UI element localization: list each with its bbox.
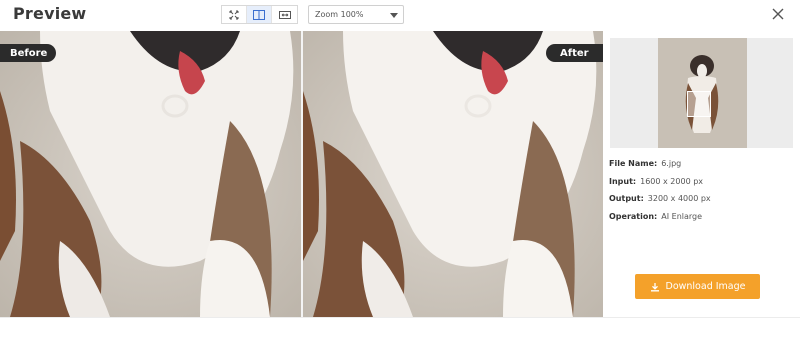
after-label: After bbox=[546, 44, 603, 62]
after-image bbox=[303, 31, 603, 317]
before-image bbox=[0, 31, 301, 317]
download-image-button[interactable]: Download Image bbox=[635, 274, 760, 299]
zoom-select[interactable]: Zoom 100% bbox=[308, 5, 404, 24]
operation-label: Operation: bbox=[609, 211, 658, 221]
file-name-row: File Name: 6.jpg bbox=[609, 155, 711, 173]
navigator-thumbnail[interactable] bbox=[658, 38, 747, 148]
page-title: Preview bbox=[13, 4, 87, 23]
input-value: 1600 x 2000 px bbox=[640, 176, 704, 186]
download-icon bbox=[650, 282, 659, 291]
details-panel: File Name: 6.jpg Input: 1600 x 2000 px Out… bbox=[603, 31, 800, 317]
preview-header: Preview Zoom 100% bbox=[0, 0, 800, 31]
compare-slider-icon bbox=[278, 10, 291, 19]
after-image-pane[interactable]: After bbox=[303, 31, 603, 317]
viewport-selector[interactable] bbox=[687, 91, 711, 117]
compare-stage[interactable]: Before After bbox=[0, 31, 603, 317]
input-row: Input: 1600 x 2000 px bbox=[609, 173, 711, 191]
view-mode-toolbar bbox=[221, 5, 298, 24]
output-value: 3200 x 4000 px bbox=[647, 194, 711, 203]
fit-screen-button[interactable] bbox=[222, 6, 247, 23]
footer bbox=[0, 317, 800, 346]
fit-screen-icon bbox=[229, 10, 239, 19]
file-name-label: File Name: bbox=[609, 159, 658, 168]
output-row: Output: 3200 x 4000 px bbox=[609, 190, 711, 208]
file-info: File Name: 6.jpg Input: 1600 x 2000 px Out… bbox=[609, 155, 711, 225]
download-label: Download Image bbox=[665, 281, 746, 292]
operation-value: AI Enlarge bbox=[661, 211, 703, 221]
compare-slider-button[interactable] bbox=[272, 6, 297, 23]
output-label: Output: bbox=[609, 194, 644, 203]
zoom-value: Zoom 100% bbox=[315, 10, 364, 19]
operation-row: Operation: AI Enlarge bbox=[609, 208, 711, 226]
before-image-pane[interactable]: Before bbox=[0, 31, 301, 317]
before-label: Before bbox=[0, 44, 56, 62]
chevron-down-icon bbox=[390, 13, 398, 18]
close-icon bbox=[772, 8, 784, 20]
file-name-value: 6.jpg bbox=[661, 159, 682, 168]
input-label: Input: bbox=[609, 176, 637, 186]
close-button[interactable] bbox=[770, 6, 786, 22]
navigator bbox=[610, 38, 793, 148]
split-view-button[interactable] bbox=[247, 6, 272, 23]
split-view-icon bbox=[253, 9, 265, 20]
